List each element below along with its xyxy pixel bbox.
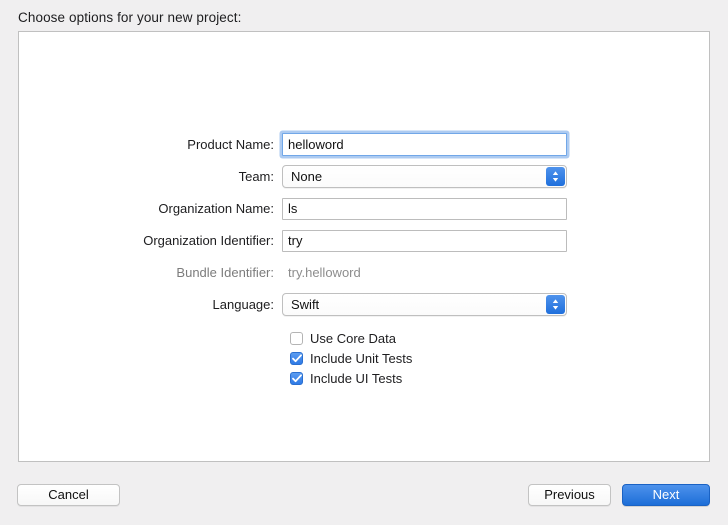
cancel-button[interactable]: Cancel — [17, 484, 120, 506]
checkbox-row-include-ui-tests[interactable]: Include UI Tests — [290, 368, 709, 388]
product-name-input[interactable] — [282, 133, 567, 156]
form-row-language: Language: Swift — [19, 293, 709, 316]
next-button[interactable]: Next — [622, 484, 710, 506]
form-row-bundle-identifier: Bundle Identifier: try.helloword — [19, 261, 709, 284]
organization-identifier-input[interactable] — [282, 229, 567, 252]
form-row-organization-identifier: Organization Identifier: — [19, 229, 709, 252]
organization-identifier-control — [282, 229, 567, 252]
checkmark-icon — [291, 373, 302, 382]
bundle-identifier-control: try.helloword — [282, 262, 567, 284]
chevron-up-down-icon[interactable] — [546, 167, 565, 186]
language-selected-value: Swift — [291, 297, 320, 312]
form-row-product-name: Product Name: — [19, 133, 709, 156]
organization-name-label: Organization Name: — [158, 201, 274, 216]
language-popup-button[interactable]: Swift — [282, 293, 567, 316]
chevron-up-down-icon[interactable] — [546, 295, 565, 314]
checkbox-use-core-data[interactable] — [290, 331, 303, 345]
team-label: Team: — [238, 169, 274, 184]
checkbox-label-use-core-data: Use Core Data — [310, 330, 396, 346]
form-row-organization-name: Organization Name: — [19, 197, 709, 220]
organization-name-control — [282, 197, 567, 220]
checkbox-include-unit-tests[interactable] — [290, 351, 303, 365]
team-popup-button[interactable]: None — [282, 165, 567, 188]
team-control: None — [282, 165, 567, 188]
bundle-identifier-value: try.helloword — [288, 264, 361, 280]
organization-identifier-label: Organization Identifier: — [143, 233, 274, 248]
checkmark-icon — [291, 353, 302, 362]
checkbox-row-include-unit-tests[interactable]: Include Unit Tests — [290, 348, 709, 368]
checkbox-label-include-ui-tests: Include UI Tests — [310, 370, 403, 386]
checkbox-label-include-unit-tests: Include Unit Tests — [310, 350, 413, 366]
language-label: Language: — [212, 297, 274, 312]
checkbox-include-ui-tests[interactable] — [290, 371, 303, 385]
team-selected-value: None — [291, 169, 323, 184]
checkbox-row-use-core-data[interactable]: Use Core Data — [290, 328, 709, 348]
form-row-team: Team: None — [19, 165, 709, 188]
product-name-control — [282, 133, 567, 156]
language-control: Swift — [282, 293, 567, 316]
project-options-form: Product Name: Team: None — [19, 133, 709, 388]
options-panel: Product Name: Team: None — [18, 31, 710, 462]
options-checkbox-group: Use Core Data Include Unit Tests Include… — [19, 328, 709, 388]
product-name-label: Product Name: — [187, 137, 274, 152]
dialog-prompt: Choose options for your new project: — [18, 10, 242, 25]
bundle-identifier-label: Bundle Identifier: — [176, 265, 274, 280]
organization-name-input[interactable] — [282, 197, 567, 220]
previous-button[interactable]: Previous — [528, 484, 611, 506]
